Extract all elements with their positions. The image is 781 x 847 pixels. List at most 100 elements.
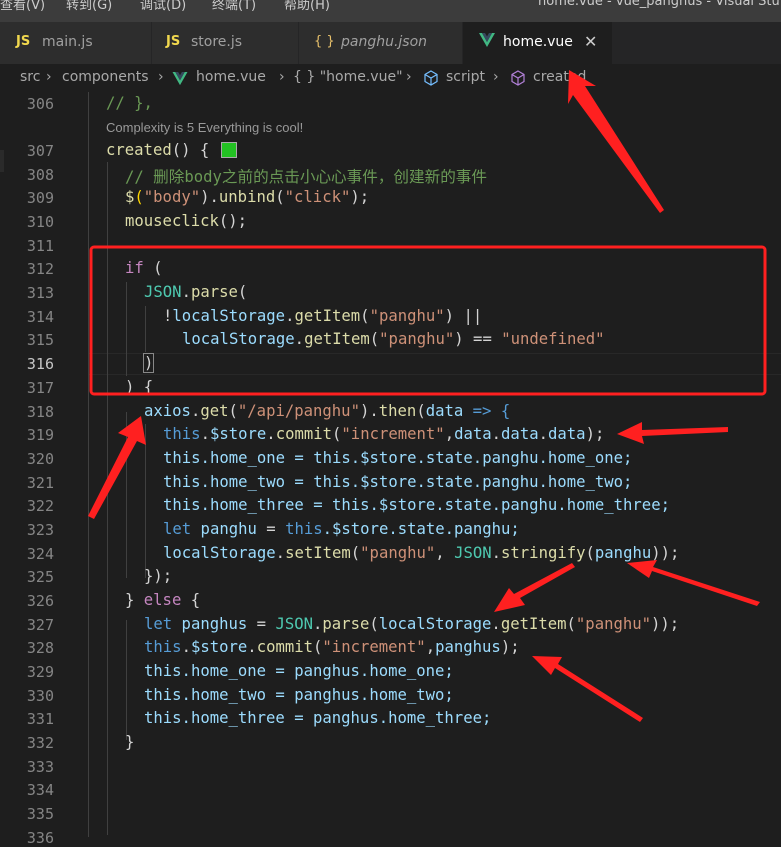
line-number: 325 [26, 568, 54, 586]
code-line: this.home_two = panghus.home_two; [144, 686, 454, 704]
code-line: // 删除body之前的点击小心心事件，创建新的事件 [125, 168, 487, 186]
line-number: 326 [26, 592, 54, 610]
code-line: $("body").unbind("click"); [125, 188, 370, 206]
chevron-right-icon: › [158, 69, 164, 85]
line-number: 312 [26, 260, 54, 278]
code-line: localStorage.setItem("panghu", JSON.stri… [163, 544, 680, 562]
code-line: this.home_one = panghus.home_one; [144, 662, 454, 680]
line-number: 323 [26, 521, 54, 539]
code-editor[interactable]: Complexity is 5 Everything is cool! 306 … [0, 92, 781, 847]
breadcrumb-item-module[interactable]: { } "home.vue" [293, 69, 403, 85]
code-line: }); [144, 567, 173, 585]
line-number: 320 [26, 450, 54, 468]
code-line: ) [142, 353, 155, 373]
chevron-right-icon: › [493, 69, 499, 85]
vue-file-icon [172, 71, 188, 90]
method-icon [510, 70, 526, 90]
line-number: 319 [26, 426, 54, 444]
line-number: 317 [26, 379, 54, 397]
code-line: created() { [106, 141, 210, 159]
menu-view[interactable]: 查看(V) [0, 0, 45, 13]
code-line: mouseclick(); [125, 212, 248, 230]
line-number: 321 [26, 474, 54, 492]
js-file-icon: JS [16, 34, 31, 49]
indent-guide [88, 92, 89, 837]
code-line: this.$store.commit("increment",panghus); [144, 638, 520, 656]
line-number: 306 [26, 95, 54, 113]
line-number: 330 [26, 687, 54, 705]
line-number: 331 [26, 710, 54, 728]
breadcrumb-item-src[interactable]: src [20, 69, 40, 85]
menu-terminal[interactable]: 终端(T) [212, 0, 256, 13]
line-number: 332 [26, 734, 54, 752]
code-line: this.$store.commit("increment",data.data… [163, 425, 605, 443]
breadcrumb-item-components[interactable]: components [62, 69, 149, 85]
tab-label: panghu.json [341, 34, 428, 50]
indent-guide [145, 306, 146, 352]
line-number: 336 [26, 829, 54, 847]
menu-goto[interactable]: 转到(G) [66, 0, 112, 13]
code-line: let panghus = JSON.parse(localStorage.ge… [144, 615, 680, 633]
code-line: } else { [125, 591, 201, 609]
code-line: } [125, 733, 135, 751]
line-number: 324 [26, 545, 54, 563]
code-line: !localStorage.getItem("panghu") || [163, 307, 483, 325]
line-number: 327 [26, 616, 54, 634]
breadcrumb-item-created[interactable]: created [533, 69, 586, 85]
code-line: this.home_three = panghus.home_three; [144, 709, 492, 727]
code-line: // }, [106, 94, 153, 112]
indent-guide [107, 162, 108, 835]
line-number: 333 [26, 758, 54, 776]
code-line: if ( [125, 259, 163, 277]
codelens-complexity[interactable]: Complexity is 5 Everything is cool! [106, 120, 303, 135]
code-line: localStorage.getItem("panghu") == "undef… [182, 330, 605, 348]
tab-bar: JS main.js JS store.js { } panghu.json h… [0, 22, 781, 64]
window-title: home.vue - vue_panghus - Visual Stu [538, 0, 780, 9]
vue-file-icon [479, 32, 495, 52]
line-number: 313 [26, 284, 54, 302]
color-swatch-icon[interactable] [221, 142, 237, 158]
tab-home-vue[interactable]: home.vue ✕ [463, 22, 613, 64]
line-number: 322 [26, 497, 54, 515]
line-number: 335 [26, 805, 54, 823]
code-line: let panghu = this.$store.state.panghu; [163, 520, 520, 538]
breadcrumb: src › components › home.vue › { } "home.… [0, 64, 781, 92]
tab-label: home.vue [503, 34, 573, 50]
line-number: 334 [26, 781, 54, 799]
close-icon[interactable]: ✕ [584, 32, 597, 51]
tab-main-js[interactable]: JS main.js [0, 22, 152, 64]
indent-guide [126, 282, 127, 376]
line-number: 328 [26, 639, 54, 657]
current-line-highlight [88, 353, 781, 375]
code-line: ) { [125, 378, 154, 396]
tab-store-js[interactable]: JS store.js [152, 22, 299, 64]
code-line: this.home_three = this.$store.state.pang… [163, 496, 670, 514]
line-number: 307 [26, 142, 54, 160]
code-line: this.home_two = this.$store.state.panghu… [163, 473, 633, 491]
breadcrumb-item-script[interactable]: script [446, 69, 485, 85]
line-number-current: 316 [26, 355, 54, 373]
code-line: this.home_one = this.$store.state.panghu… [163, 449, 633, 467]
line-number: 329 [26, 663, 54, 681]
tab-label: store.js [191, 34, 243, 50]
line-number: 309 [26, 189, 54, 207]
indent-guide [145, 424, 146, 578]
chevron-right-icon: › [279, 69, 285, 85]
menu-help[interactable]: 帮助(H) [284, 0, 330, 13]
menu-debug[interactable]: 调试(D) [140, 0, 186, 13]
line-number: 308 [26, 166, 54, 184]
breadcrumb-item-file[interactable]: home.vue [196, 69, 266, 85]
cube-icon [423, 70, 439, 90]
line-number: 315 [26, 331, 54, 349]
tab-panghu-json[interactable]: { } panghu.json [299, 22, 463, 64]
js-file-icon: JS [166, 34, 181, 49]
tab-label: main.js [42, 34, 93, 50]
line-number: 318 [26, 403, 54, 421]
indent-guide [126, 620, 127, 740]
menu-bar: 查看(V) 转到(G) 调试(D) 终端(T) 帮助(H) home.vue -… [0, 0, 781, 22]
line-number: 311 [26, 237, 54, 255]
json-file-icon: { } [314, 34, 335, 49]
code-line: JSON.parse( [144, 283, 248, 301]
indent-guide [126, 412, 127, 578]
line-number: 310 [26, 213, 54, 231]
